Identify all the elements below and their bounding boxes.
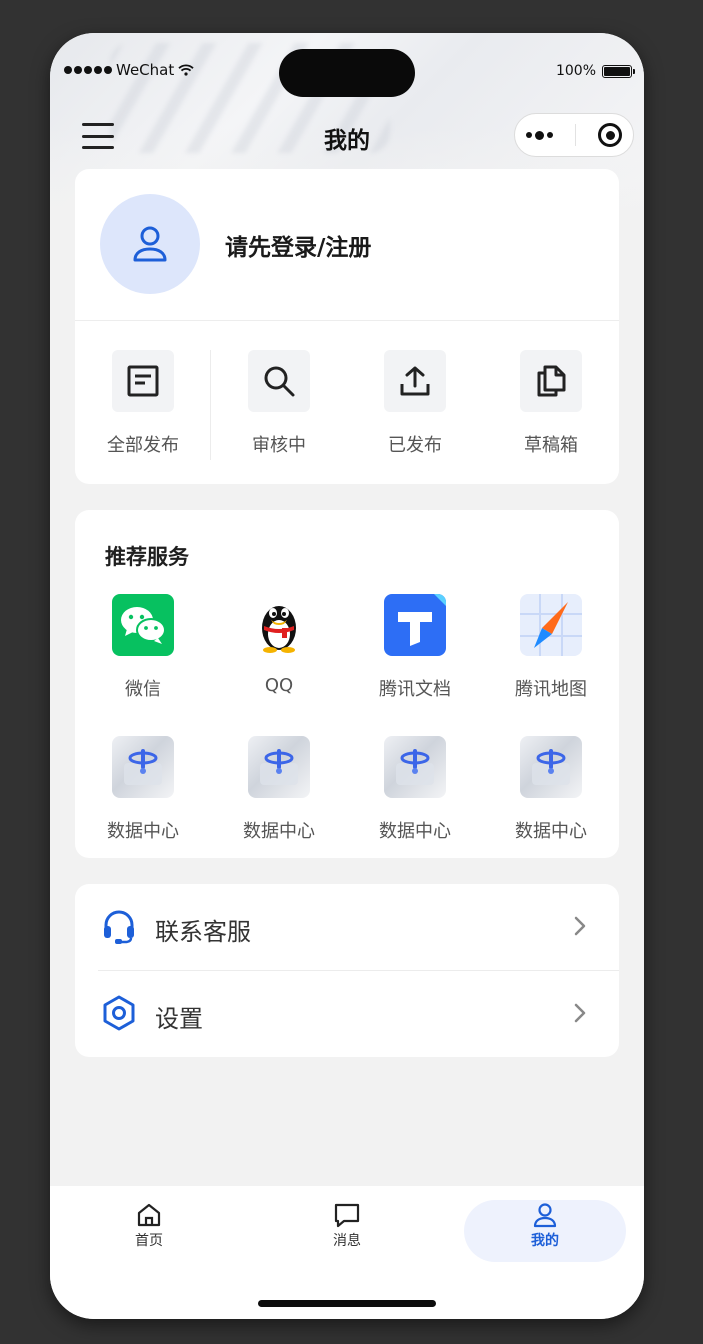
menu-item-label: 设置 xyxy=(155,1005,203,1033)
home-icon xyxy=(137,1203,161,1227)
settings-menu-card: 联系客服 设置 xyxy=(75,884,619,1057)
tab-mine[interactable]: 我的 xyxy=(464,1200,626,1262)
service-label: 数据中心 xyxy=(379,821,451,842)
more-options-icon[interactable] xyxy=(526,130,553,140)
message-icon xyxy=(334,1203,360,1228)
profile-card: 请先登录/注册 全部发布 审核中 已发布 草稿箱 xyxy=(75,169,619,484)
user-avatar-icon xyxy=(133,226,167,262)
post-tab-label: 已发布 xyxy=(388,435,442,456)
service-data-center[interactable]: 数据中心 xyxy=(75,736,211,843)
login-register-link[interactable]: 请先登录/注册 xyxy=(225,228,371,262)
drafts-icon xyxy=(520,350,582,412)
mini-program-capsule xyxy=(514,113,634,157)
tab-label: 消息 xyxy=(333,1233,361,1249)
menu-item-settings[interactable]: 设置 xyxy=(75,971,619,1057)
service-data-center[interactable]: 数据中心 xyxy=(211,736,347,843)
menu-item-customer-service[interactable]: 联系客服 xyxy=(75,884,619,970)
service-label: 数据中心 xyxy=(515,821,587,842)
user-icon xyxy=(533,1203,557,1228)
tencent-maps-icon xyxy=(520,594,582,656)
service-label: QQ xyxy=(264,675,294,696)
wechat-icon xyxy=(112,594,174,656)
post-tab-reviewing[interactable]: 审核中 xyxy=(211,350,347,457)
qq-icon xyxy=(248,594,310,656)
close-mini-program-icon[interactable] xyxy=(598,123,622,147)
service-wechat[interactable]: 微信 xyxy=(75,594,211,701)
settings-icon xyxy=(103,995,135,1031)
section-title: 推荐服务 xyxy=(105,545,189,569)
profile-divider xyxy=(75,320,619,321)
menu-item-label: 联系客服 xyxy=(155,918,251,946)
phone-frame: WeChat 100% 我的 请先登录/注册 全部发布 审核中 已发布 草稿箱 … xyxy=(50,33,644,1319)
tab-label: 首页 xyxy=(135,1233,163,1249)
chevron-right-icon xyxy=(574,1003,586,1023)
service-tencent-docs[interactable]: 腾讯文档 xyxy=(347,594,483,701)
battery-icon xyxy=(602,64,635,78)
signal-icon xyxy=(64,66,112,74)
service-label: 微信 xyxy=(125,679,161,700)
home-indicator[interactable] xyxy=(258,1300,436,1307)
data-center-icon xyxy=(384,736,446,798)
headset-icon xyxy=(104,910,134,944)
data-center-icon xyxy=(248,736,310,798)
service-label: 数据中心 xyxy=(243,821,315,842)
service-qq[interactable]: QQ xyxy=(211,594,347,696)
tab-messages[interactable]: 消息 xyxy=(266,1200,428,1262)
post-tab-all[interactable]: 全部发布 xyxy=(75,350,211,457)
post-status-row: 全部发布 审核中 已发布 草稿箱 xyxy=(75,350,619,460)
post-tab-label: 草稿箱 xyxy=(524,435,578,456)
service-label: 数据中心 xyxy=(107,821,179,842)
wifi-icon xyxy=(178,64,194,76)
recommended-services-card: 推荐服务 微信 QQ 腾讯文档 腾讯地图 数据中心 数据中心 数据中心 数据中心 xyxy=(75,510,619,858)
data-center-icon xyxy=(520,736,582,798)
service-tencent-maps[interactable]: 腾讯地图 xyxy=(483,594,619,701)
post-tab-label: 全部发布 xyxy=(107,435,179,456)
service-data-center[interactable]: 数据中心 xyxy=(347,736,483,843)
upload-icon xyxy=(384,350,446,412)
post-tab-published[interactable]: 已发布 xyxy=(347,350,483,457)
search-icon xyxy=(248,350,310,412)
tab-home[interactable]: 首页 xyxy=(68,1200,230,1262)
camera-notch xyxy=(279,49,415,97)
avatar[interactable] xyxy=(100,194,200,294)
post-tab-drafts[interactable]: 草稿箱 xyxy=(483,350,619,457)
document-icon xyxy=(112,350,174,412)
tencent-docs-icon xyxy=(384,594,446,656)
post-tab-label: 审核中 xyxy=(252,435,306,456)
carrier-name: WeChat xyxy=(116,61,175,79)
chevron-right-icon xyxy=(574,916,586,936)
tab-label: 我的 xyxy=(531,1233,559,1249)
battery-percent: 100% xyxy=(555,63,596,79)
service-label: 腾讯文档 xyxy=(379,679,451,700)
data-center-icon xyxy=(112,736,174,798)
capsule-divider xyxy=(575,124,576,146)
service-label: 腾讯地图 xyxy=(515,679,587,700)
service-data-center[interactable]: 数据中心 xyxy=(483,736,619,843)
